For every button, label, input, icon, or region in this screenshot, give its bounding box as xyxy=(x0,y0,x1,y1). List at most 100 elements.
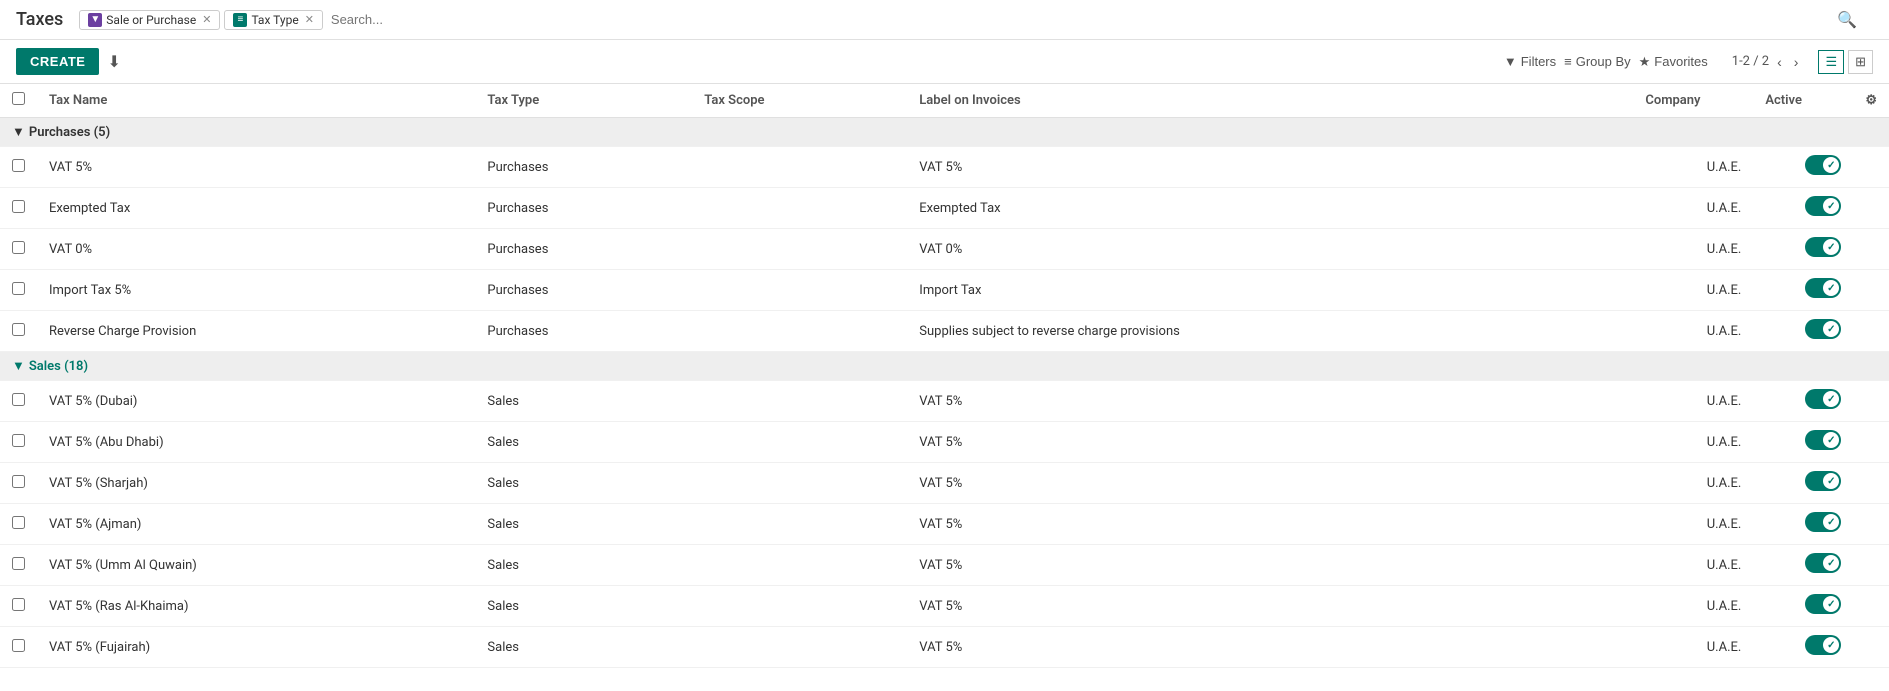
row-checkbox[interactable] xyxy=(12,598,25,611)
filter-close-tax-type[interactable]: ✕ xyxy=(305,13,314,26)
filter-tag-sale-or-purchase[interactable]: ▼ Sale or Purchase ✕ xyxy=(79,10,220,30)
cell-label-on-invoices: VAT 0% xyxy=(907,229,1633,270)
active-toggle[interactable]: ✓ xyxy=(1805,278,1841,298)
table-row[interactable]: VAT 5% (Dubai)SalesVAT 5%U.A.E. ✓ xyxy=(0,381,1889,422)
cell-tax-scope xyxy=(692,545,907,586)
cell-tax-scope xyxy=(692,270,907,311)
cell-tax-type: Purchases xyxy=(475,229,692,270)
pagination-text: 1-2 / 2 xyxy=(1732,54,1769,69)
active-toggle[interactable]: ✓ xyxy=(1805,471,1841,491)
group-header-sales[interactable]: ▼Sales (18) xyxy=(0,352,1889,381)
cell-tax-scope xyxy=(692,188,907,229)
header-adjust-col: ⚙ xyxy=(1853,84,1889,118)
row-checkbox[interactable] xyxy=(12,282,25,295)
active-toggle[interactable]: ✓ xyxy=(1805,196,1841,216)
search-button[interactable]: 🔍 xyxy=(1837,10,1857,30)
cell-tax-scope xyxy=(692,381,907,422)
cell-active: ✓ xyxy=(1753,270,1853,311)
header-bar: Taxes ▼ Sale or Purchase ✕ ≡ Tax Type ✕ … xyxy=(0,0,1889,40)
table-row[interactable]: Exempted TaxPurchasesExempted TaxU.A.E. … xyxy=(0,188,1889,229)
cell-tax-name: VAT 5% (Abu Dhabi) xyxy=(37,422,475,463)
cell-label-on-invoices: VAT 5% xyxy=(907,147,1633,188)
table-row[interactable]: Reverse Charge ProvisionPurchasesSupplie… xyxy=(0,311,1889,352)
active-toggle[interactable]: ✓ xyxy=(1805,389,1841,409)
cell-active: ✓ xyxy=(1753,311,1853,352)
cell-company: U.A.E. xyxy=(1633,463,1753,504)
favorites-button[interactable]: ★ Favorites xyxy=(1639,54,1708,70)
cell-active: ✓ xyxy=(1753,463,1853,504)
cell-active: ✓ xyxy=(1753,188,1853,229)
active-toggle[interactable]: ✓ xyxy=(1805,155,1841,175)
filter-icon: ▼ xyxy=(1504,54,1517,69)
row-checkbox[interactable] xyxy=(12,159,25,172)
cell-tax-type: Sales xyxy=(475,422,692,463)
cell-company: U.A.E. xyxy=(1633,422,1753,463)
select-all-checkbox[interactable] xyxy=(12,92,25,105)
active-toggle[interactable]: ✓ xyxy=(1805,237,1841,257)
download-button[interactable]: ⬇ xyxy=(107,52,120,72)
header-company: Company xyxy=(1633,84,1753,118)
group-by-icon: ≡ xyxy=(1564,54,1572,69)
table-row[interactable]: VAT 0%PurchasesVAT 0%U.A.E. ✓ xyxy=(0,229,1889,270)
filter-tag-tax-type[interactable]: ≡ Tax Type ✕ xyxy=(224,10,322,30)
cell-adjust xyxy=(1853,270,1889,311)
header-label-on-invoices: Label on Invoices xyxy=(907,84,1633,118)
row-checkbox[interactable] xyxy=(12,639,25,652)
cell-adjust xyxy=(1853,188,1889,229)
row-checkbox[interactable] xyxy=(12,434,25,447)
active-toggle[interactable]: ✓ xyxy=(1805,512,1841,532)
cell-tax-scope xyxy=(692,463,907,504)
row-checkbox[interactable] xyxy=(12,475,25,488)
cell-label-on-invoices: Supplies subject to reverse charge provi… xyxy=(907,311,1633,352)
filters-button[interactable]: ▼ Filters xyxy=(1504,54,1556,69)
row-checkbox[interactable] xyxy=(12,241,25,254)
group-arrow-sales: ▼ xyxy=(12,359,25,374)
group-by-button[interactable]: ≡ Group By xyxy=(1564,54,1631,69)
table-row[interactable]: VAT 5% (Sharjah)SalesVAT 5%U.A.E. ✓ xyxy=(0,463,1889,504)
cell-label-on-invoices: VAT 5% xyxy=(907,422,1633,463)
table-row[interactable]: Import Tax 5%PurchasesImport TaxU.A.E. ✓ xyxy=(0,270,1889,311)
row-checkbox-cell xyxy=(0,147,37,188)
cell-active: ✓ xyxy=(1753,381,1853,422)
filter-label-tax-type: Tax Type xyxy=(251,13,298,27)
row-checkbox[interactable] xyxy=(12,323,25,336)
pagination-prev[interactable]: ‹ xyxy=(1773,52,1786,72)
cell-tax-name: VAT 5% (Umm Al Quwain) xyxy=(37,545,475,586)
active-toggle[interactable]: ✓ xyxy=(1805,553,1841,573)
adjust-columns-icon[interactable]: ⚙ xyxy=(1865,93,1877,108)
cell-company: U.A.E. xyxy=(1633,188,1753,229)
row-checkbox[interactable] xyxy=(12,393,25,406)
create-button[interactable]: CREATE xyxy=(16,48,99,75)
table-row[interactable]: VAT 5% (Fujairah)SalesVAT 5%U.A.E. ✓ xyxy=(0,627,1889,668)
table-row[interactable]: VAT 5%PurchasesVAT 5%U.A.E. ✓ xyxy=(0,147,1889,188)
active-toggle[interactable]: ✓ xyxy=(1805,594,1841,614)
row-checkbox[interactable] xyxy=(12,516,25,529)
filter-icon-tax-type: ≡ xyxy=(233,13,247,27)
row-checkbox[interactable] xyxy=(12,200,25,213)
active-toggle[interactable]: ✓ xyxy=(1805,430,1841,450)
filter-close-sale-or-purchase[interactable]: ✕ xyxy=(202,13,211,26)
cell-adjust xyxy=(1853,147,1889,188)
page-title: Taxes xyxy=(16,9,63,30)
row-checkbox-cell xyxy=(0,270,37,311)
group-label-purchases: ▼Purchases (5) xyxy=(0,118,1889,147)
table-row[interactable]: VAT 5% (Umm Al Quwain)SalesVAT 5%U.A.E. … xyxy=(0,545,1889,586)
list-view-button[interactable]: ☰ xyxy=(1818,50,1844,74)
view-toggle: ☰ ⊞ xyxy=(1818,50,1873,74)
group-header-purchases[interactable]: ▼Purchases (5) xyxy=(0,118,1889,147)
header-checkbox-col xyxy=(0,84,37,118)
active-toggle[interactable]: ✓ xyxy=(1805,319,1841,339)
cell-active: ✓ xyxy=(1753,422,1853,463)
table-row[interactable]: VAT 5% (Abu Dhabi)Sales VAT 5%U.A.E. ✓ xyxy=(0,422,1889,463)
active-toggle[interactable]: ✓ xyxy=(1805,635,1841,655)
row-checkbox[interactable] xyxy=(12,557,25,570)
kanban-view-button[interactable]: ⊞ xyxy=(1848,50,1873,74)
table-row[interactable]: VAT 5% (Ras Al-Khaima)SalesVAT 5%U.A.E. … xyxy=(0,586,1889,627)
pagination-next[interactable]: › xyxy=(1790,52,1803,72)
cell-adjust xyxy=(1853,311,1889,352)
search-input[interactable] xyxy=(323,8,1837,31)
cell-adjust xyxy=(1853,422,1889,463)
cell-tax-type: Sales xyxy=(475,627,692,668)
favorites-label: Favorites xyxy=(1654,54,1707,69)
table-row[interactable]: VAT 5% (Ajman)SalesVAT 5%U.A.E. ✓ xyxy=(0,504,1889,545)
